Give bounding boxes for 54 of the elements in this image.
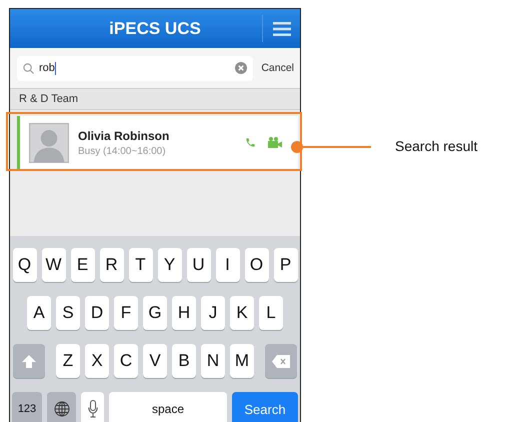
globe-icon [54, 401, 70, 417]
letter-key[interactable]: W [42, 248, 66, 282]
letter-key[interactable]: Q [12, 248, 36, 282]
contact-row[interactable]: Olivia Robinson Busy (14:00~16:00) [17, 116, 298, 169]
avatar-silhouette-icon [29, 122, 69, 162]
letter-key[interactable]: O [244, 248, 268, 282]
letter-key[interactable]: L [259, 296, 283, 330]
backspace-icon [272, 354, 290, 368]
clear-icon [235, 62, 248, 74]
letter-key[interactable]: J [201, 296, 225, 330]
contact-status: Busy (14:00~16:00) [78, 146, 167, 156]
letter-key[interactable]: H [172, 296, 196, 330]
shift-arrow-icon [22, 354, 36, 368]
letter-key[interactable]: G [143, 296, 167, 330]
letter-key[interactable]: S [56, 296, 80, 330]
letter-key[interactable]: C [114, 344, 138, 378]
text-cursor [54, 62, 56, 74]
letter-key[interactable]: Y [158, 248, 182, 282]
contact-name: Olivia Robinson [78, 128, 170, 142]
menu-icon [272, 22, 290, 36]
letter-key[interactable]: R [100, 248, 124, 282]
letter-key[interactable]: I [216, 248, 240, 282]
letter-key[interactable]: X [85, 344, 109, 378]
phone-icon [245, 137, 256, 148]
letter-key[interactable]: E [70, 248, 94, 282]
app-title: iPECS UCS [109, 18, 201, 38]
video-camera-icon [268, 137, 282, 148]
letter-key[interactable]: M [230, 344, 254, 378]
letter-key[interactable]: T [128, 248, 152, 282]
letter-key[interactable]: K [230, 296, 254, 330]
microphone-key[interactable] [81, 392, 104, 422]
shift-key[interactable] [13, 344, 45, 378]
search-key[interactable]: Search [232, 392, 298, 422]
microphone-icon [88, 400, 98, 418]
clear-button[interactable] [235, 62, 248, 74]
letter-key[interactable]: A [27, 296, 51, 330]
space-key[interactable]: space [109, 392, 227, 422]
letter-key[interactable]: N [201, 344, 225, 378]
letter-key[interactable]: F [114, 296, 138, 330]
backspace-key[interactable] [265, 344, 297, 378]
search-input[interactable]: rob [39, 62, 55, 74]
letter-key[interactable]: P [274, 248, 298, 282]
callout-label: Search result [395, 138, 478, 154]
letter-key[interactable]: V [143, 344, 167, 378]
numbers-key[interactable]: 123 [12, 392, 42, 422]
globe-key[interactable] [47, 392, 76, 422]
search-icon [23, 62, 34, 74]
cancel-button[interactable]: Cancel [261, 62, 294, 74]
letter-key[interactable]: Z [56, 344, 80, 378]
letter-key[interactable]: U [186, 248, 210, 282]
letter-key[interactable]: D [85, 296, 109, 330]
section-header: R & D Team [10, 89, 300, 110]
search-field[interactable]: rob [17, 56, 254, 80]
letter-key[interactable]: B [172, 344, 196, 378]
